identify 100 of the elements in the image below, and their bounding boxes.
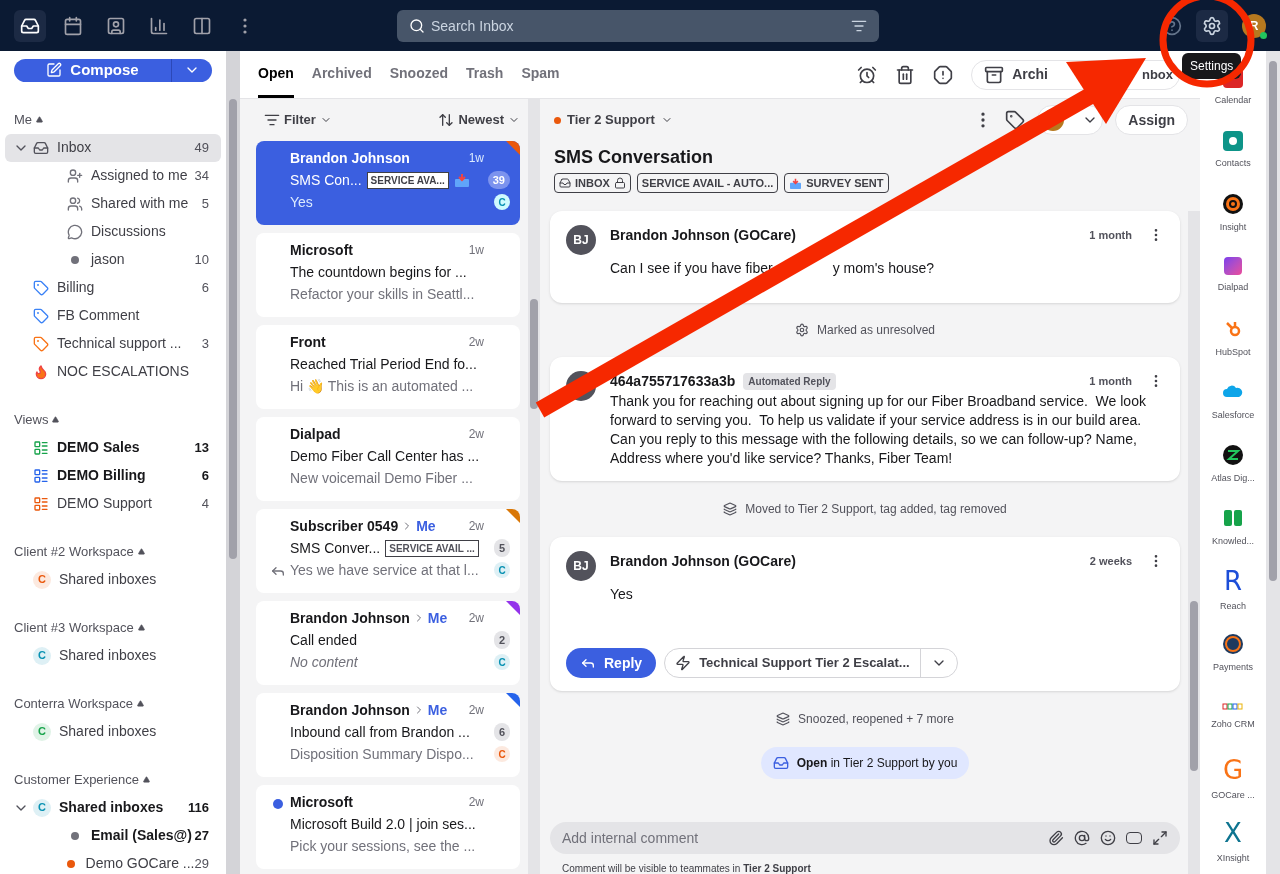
author-name: Brandon Johnson (GOCare) — [610, 551, 796, 571]
time: 2w — [468, 334, 484, 351]
message-time: 2 weeks — [1089, 553, 1132, 569]
time: 2w — [468, 702, 484, 719]
item-count: 6 — [201, 466, 209, 485]
preview-text: Pick your sessions, see the ... — [290, 836, 476, 856]
preview-text: Refactor your skills in Seattl... — [290, 284, 475, 304]
app-letter-icon: G — [1222, 756, 1244, 783]
sender-name: Subscriber 0549 — [290, 516, 399, 536]
time: 2w — [468, 518, 484, 535]
workspace-badge: C — [33, 646, 51, 665]
message-count: 39 — [487, 171, 510, 189]
item-label: Assigned to me — [91, 166, 189, 185]
item-count: 29 — [194, 854, 209, 873]
assignee-avatar: C — [494, 746, 510, 762]
event-text: Moved to Tier 2 Support, tag added, tag removed — [745, 501, 1007, 518]
time: 2w — [468, 610, 484, 627]
sender-name: Brandon Johnson — [290, 608, 410, 628]
message-time: 1 month — [1089, 373, 1132, 389]
assignee-avatar: C — [494, 194, 510, 210]
event-text: Marked as unresolved — [816, 322, 936, 339]
preview-text: New voicemail Demo Fiber ... — [290, 468, 473, 488]
workspace-badge: C — [33, 570, 51, 589]
message-body: Can I see if you have fiber — [610, 259, 773, 278]
item-label: DEMO Support — [57, 494, 153, 513]
item-count: 116 — [188, 798, 209, 817]
preview-text: Yes — [290, 192, 313, 212]
tag-label: SERVICE AVA... — [366, 171, 449, 189]
sender-name: Brandon Johnson — [290, 700, 410, 720]
item-label: Email (Sales@) — [91, 826, 193, 845]
message-count: 6 — [493, 723, 510, 741]
sender-name: Microsoft — [290, 240, 353, 260]
conversation-title: SMS Conversation — [553, 145, 715, 169]
time: 1w — [468, 242, 484, 259]
compose-label: Compose — [70, 60, 139, 80]
comment-note: Comment will be visible to teammates in Tier 2 Support — [562, 863, 811, 874]
automated-badge: Automated Reply — [743, 372, 836, 390]
subject: Inbound call from Brandon ... — [290, 722, 470, 742]
preview-text: Disposition Summary Dispo... — [290, 744, 474, 764]
subject: The countdown begins for ... — [290, 262, 467, 282]
item-label: DEMO Billing — [57, 466, 147, 485]
author-avatar: BJ — [566, 551, 596, 581]
time: 2w — [468, 426, 484, 443]
item-label: Shared with me — [91, 194, 190, 213]
app-letter-icon: R — [1223, 568, 1243, 595]
author-name: Brandon Johnson (GOCare) — [610, 225, 796, 245]
item-count: 27 — [194, 826, 209, 845]
item-label: Discussions — [91, 222, 167, 241]
tag-label: SERVICE AVAIL ... — [385, 539, 479, 557]
workspace-badge: C — [33, 722, 51, 741]
macro-label: Technical Support Tier 2 Escalat... — [699, 654, 910, 673]
preview-text: Yes we have service at that l... — [290, 560, 479, 580]
subject: Demo Fiber Call Center has ... — [290, 446, 480, 466]
author-avatar: BJ — [566, 225, 596, 255]
subject: Microsoft Build 2.0 | join ses... — [290, 814, 476, 834]
item-count: 10 — [194, 250, 209, 269]
message-body: Yes — [610, 585, 633, 604]
message-count: 5 — [493, 539, 510, 557]
item-label: Shared inboxes — [59, 646, 158, 665]
recipient: Me — [427, 608, 448, 628]
subject: Call ended — [290, 630, 357, 650]
item-count: 6 — [201, 278, 209, 297]
item-label: Technical support ... — [57, 334, 183, 353]
message-body: Thank you for reaching out about signing up for our Fiber Broadband service. We look forward to serving you. To help us validate if your service address is in our build area. Can you reply to this message with the following details, so we can follow-up? Name, Address where you'd like service? Thanks, Fiber Team! — [610, 392, 1147, 468]
status-text: Open in Tier 2 Support by you — [796, 755, 958, 772]
preview-text: No content — [290, 652, 358, 672]
assignee-avatar: C — [494, 654, 510, 670]
item-count: 3 — [201, 334, 209, 353]
item-label: Shared inboxes — [59, 722, 158, 741]
message-count: 2 — [493, 631, 510, 649]
item-label: DEMO Sales — [57, 438, 141, 457]
recipient: Me — [427, 700, 448, 720]
item-count: 13 — [194, 438, 209, 457]
item-label: Billing — [57, 278, 96, 297]
item-count: 34 — [194, 166, 209, 185]
time: 1w — [468, 150, 484, 167]
subject: SMS Con... — [290, 170, 362, 190]
recipient: Me — [416, 516, 436, 536]
preview-text: Hi 👋 This is an automated ... — [290, 376, 474, 396]
item-count: 49 — [194, 138, 209, 157]
item-label: Shared inboxes — [59, 798, 165, 817]
message-time: 1 month — [1089, 227, 1132, 243]
item-label: FB Comment — [57, 306, 141, 325]
sender-name: Dialpad — [290, 424, 341, 444]
item-label: jason — [91, 250, 126, 269]
item-count: 5 — [201, 194, 209, 213]
item-label: NOC ESCALATIONS — [57, 362, 190, 381]
sender-name: Microsoft — [290, 792, 353, 812]
item-label: Demo GOCare ... — [85, 854, 195, 873]
event-text: Snoozed, reopened + 7 more — [798, 711, 954, 728]
subject: Reached Trial Period End fo... — [290, 354, 477, 374]
item-label: Inbox — [57, 138, 93, 157]
message-body: y mom's house? — [832, 259, 935, 278]
workspace-badge: C — [33, 798, 51, 817]
subject: SMS Conver... — [290, 538, 381, 558]
author-name: 464a755717633a3b — [610, 371, 736, 391]
app-letter-icon: X — [1224, 819, 1242, 846]
item-count: 4 — [201, 494, 209, 513]
settings-tooltip: Settings — [1182, 52, 1242, 79]
sender-name: Brandon Johnson — [290, 148, 410, 168]
